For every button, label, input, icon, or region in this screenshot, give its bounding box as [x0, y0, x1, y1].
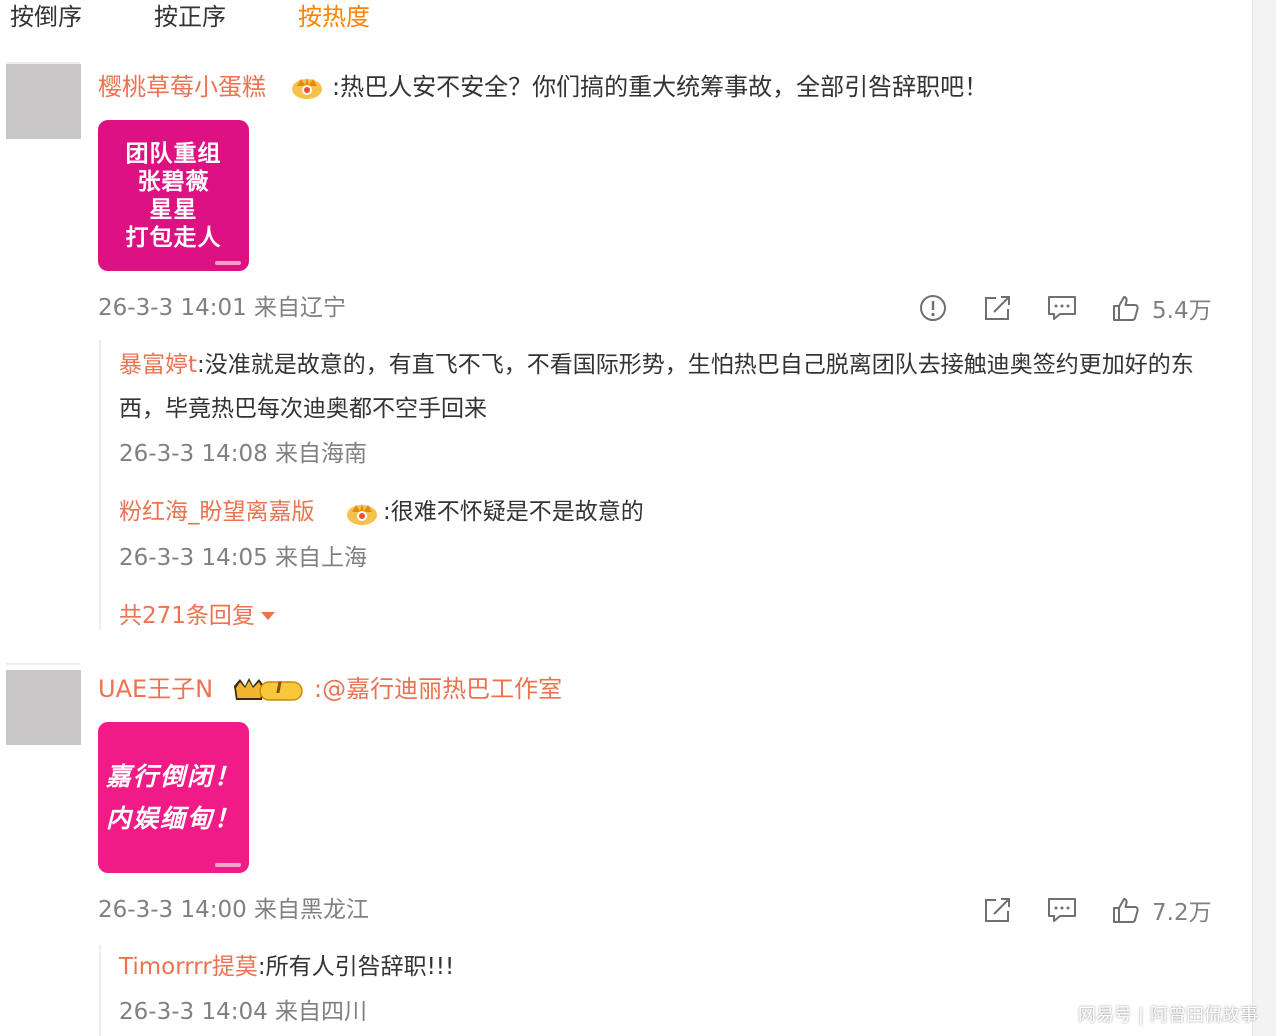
comment-text: :热巴人安不安全？你们搞的重大统筹事故，全部引咎辞职吧！ — [332, 73, 989, 101]
tab-sort-reverse[interactable]: 按倒序 — [10, 0, 82, 34]
comment-meta: 26-3-3 14:00 来自黑龙江 — [98, 897, 370, 923]
like-count: 7.2万 — [1152, 900, 1212, 926]
reply-list: 暴富婷t:没准就是故意的，有直飞不飞，不看国际形势，生怕热巴自己脱离团队去接触迪… — [99, 340, 1231, 630]
reply-button[interactable] — [1046, 292, 1078, 324]
level-number: I — [276, 678, 282, 697]
thumbs-up-icon — [1113, 296, 1139, 321]
watermark-account: 阿曾田侃故事 — [1150, 1005, 1258, 1026]
reply-item: 暴富婷t:没准就是故意的，有直飞不飞，不看国际形势，生怕热巴自己脱离团队去接触迪… — [119, 343, 1219, 431]
reply-text: :很难不怀疑是不是故意的 — [383, 499, 644, 525]
vip-crown-icon[interactable] — [290, 74, 324, 100]
share-icon — [985, 898, 1010, 922]
image-text-line: 团队重组 — [125, 140, 222, 167]
comment-image[interactable]: 嘉行倒闭！ 内娱缅甸！ — [98, 722, 249, 873]
image-watermark — [215, 261, 241, 265]
like-button[interactable]: 7.2万 — [1110, 894, 1212, 926]
tab-sort-ascending[interactable]: 按正序 — [154, 0, 226, 34]
comment-image[interactable]: 团队重组 张碧薇 星星 打包走人 — [98, 120, 249, 271]
comment-actions: 7.2万 — [900, 894, 1220, 926]
vip-crown-icon[interactable] — [345, 500, 379, 526]
reply-username[interactable]: 粉红海_盼望离嘉版 — [119, 497, 315, 527]
image-text-line: 打包走人 — [125, 224, 222, 251]
like-count: 5.4万 — [1152, 298, 1212, 324]
avatar[interactable] — [6, 670, 81, 745]
reply-meta: 26-3-3 14:05 来自上海 — [119, 545, 368, 571]
comment-text[interactable]: :@嘉行迪丽热巴工作室 — [314, 673, 562, 705]
reply-text: :所有人引咎辞职!!! — [257, 954, 455, 980]
watermark: 网易号 | 阿曾田侃故事 — [1078, 1004, 1258, 1028]
caret-down-icon — [260, 612, 275, 620]
comment-meta: 26-3-3 14:01 来自辽宁 — [98, 295, 347, 321]
user-level-badge[interactable]: I — [232, 676, 304, 704]
image-text-line: 嘉行倒闭！ — [105, 761, 241, 791]
image-watermark — [215, 863, 241, 867]
reply-item: Timorrrr提莫:所有人引咎辞职!!! — [119, 945, 1219, 989]
comment-username[interactable]: 樱桃草莓小蛋糕 — [98, 71, 266, 103]
more-replies-label: 共271条回复 — [119, 603, 255, 629]
scrollbar[interactable] — [1252, 0, 1276, 1036]
comment-icon — [1048, 296, 1076, 320]
comment-icon — [1048, 898, 1076, 922]
image-text-line: 内娱缅甸！ — [105, 803, 241, 833]
image-text-line: 星星 — [149, 196, 198, 223]
share-button[interactable] — [982, 292, 1014, 324]
reply-username[interactable]: 暴富婷t — [119, 352, 197, 378]
like-button[interactable]: 5.4万 — [1110, 292, 1212, 324]
crown-level-icon — [234, 678, 303, 701]
reply-text: :没准就是故意的，有直飞不飞，不看国际形势，生怕热巴自己脱离团队去接触迪奥签约更… — [119, 352, 1194, 422]
comment-actions: 5.4万 — [900, 292, 1220, 324]
report-button[interactable] — [918, 292, 948, 324]
report-icon — [920, 295, 946, 321]
watermark-divider: | — [1137, 1005, 1144, 1026]
tab-sort-hot[interactable]: 按热度 — [298, 0, 370, 34]
reply-list: Timorrrr提莫:所有人引咎辞职!!! 26-3-3 14:04 来自四川 — [99, 945, 1231, 1036]
watermark-brand: 网易号 — [1077, 1005, 1132, 1026]
more-replies-link[interactable]: 共271条回复 — [119, 601, 275, 631]
image-text-line: 张碧薇 — [137, 168, 210, 195]
reply-meta: 26-3-3 14:04 来自四川 — [119, 999, 368, 1025]
avatar[interactable] — [6, 64, 81, 139]
comment-divider — [6, 663, 80, 665]
comment-username[interactable]: UAE王子N — [98, 673, 213, 705]
thumbs-up-icon — [1113, 898, 1139, 923]
reply-username[interactable]: Timorrrr提莫 — [119, 954, 258, 980]
reply-meta: 26-3-3 14:08 来自海南 — [119, 441, 368, 467]
share-icon — [985, 296, 1010, 320]
reply-button[interactable] — [1046, 894, 1078, 926]
share-button[interactable] — [982, 894, 1014, 926]
